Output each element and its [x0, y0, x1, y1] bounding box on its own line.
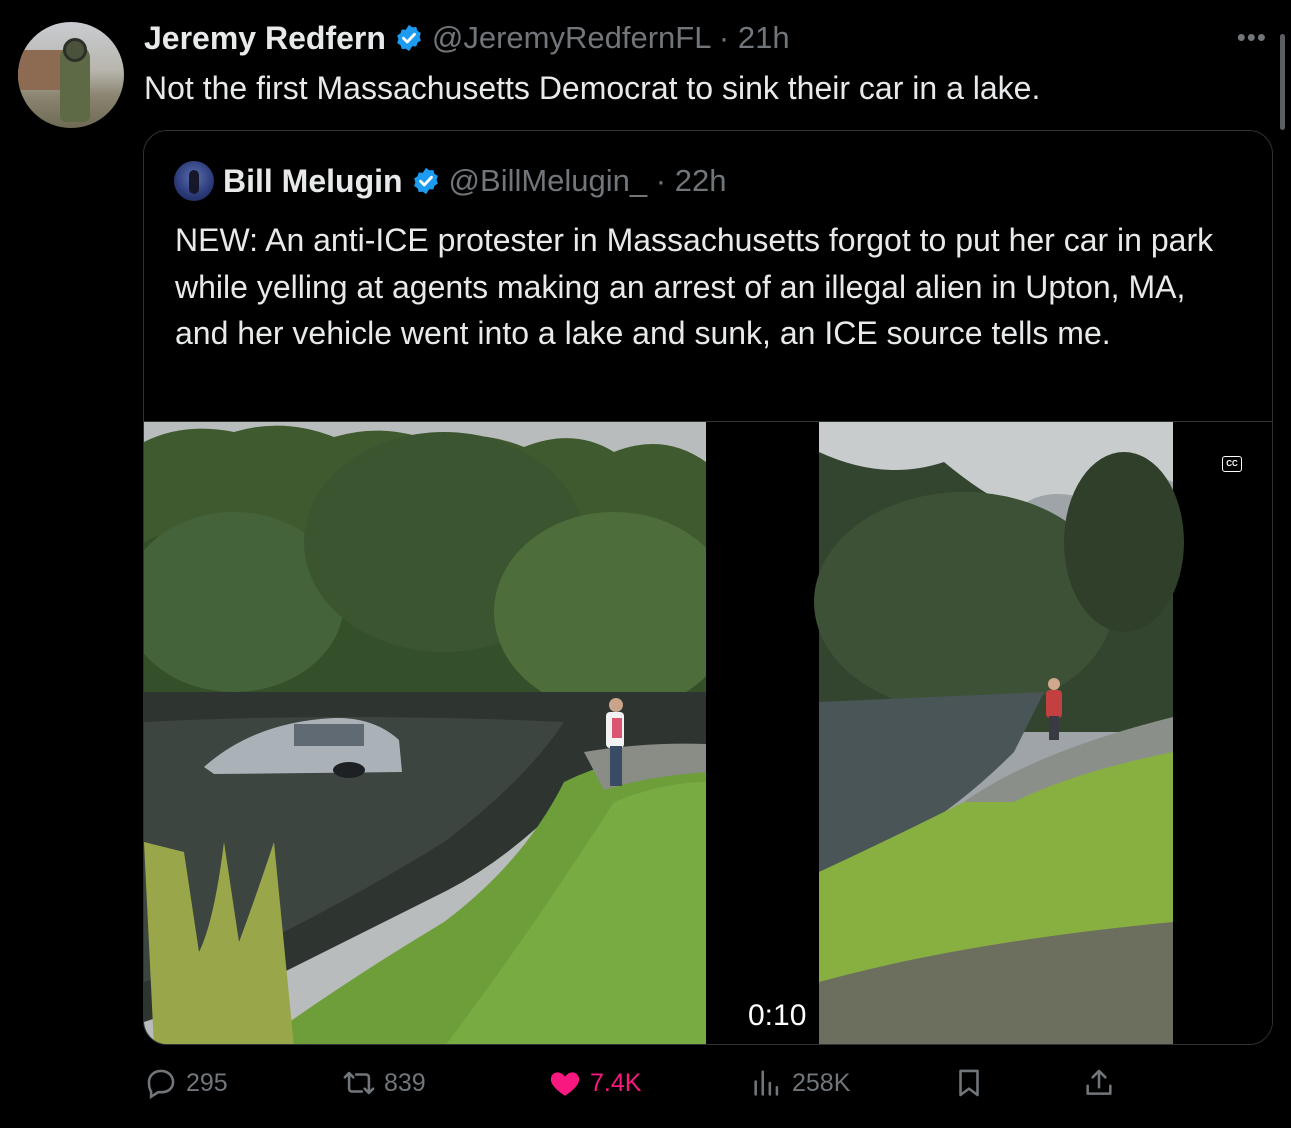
views-count: 258K [792, 1068, 851, 1097]
avatar-helmet [63, 38, 87, 62]
like-count: 7.4K [590, 1068, 642, 1097]
scrollbar[interactable] [1280, 34, 1285, 130]
post-actions: 295 839 7.4K 258K [144, 1062, 1144, 1104]
author-avatar[interactable] [18, 22, 124, 128]
more-horizontal-icon[interactable]: ••• [1237, 22, 1267, 53]
quoted-post-text: NEW: An anti-ICE protester in Massachuse… [175, 222, 1214, 351]
bookmark-button[interactable] [952, 1062, 994, 1104]
reply-count: 295 [186, 1068, 228, 1097]
closed-captions-button[interactable]: CC [1222, 456, 1242, 472]
verified-badge-icon [397, 24, 421, 52]
post-header: Jeremy Redfern @JeremyRedfernFL · 21h [144, 18, 790, 58]
post-time[interactable]: 21h [738, 20, 790, 55]
photo-car-in-lake [144, 422, 706, 1044]
quoted-author-avatar[interactable] [174, 161, 214, 201]
like-button[interactable]: 7.4K [548, 1062, 641, 1104]
views-button[interactable]: 258K [750, 1062, 850, 1104]
quoted-post-time[interactable]: 22h [675, 163, 727, 198]
verified-badge-icon [413, 167, 438, 195]
media-video[interactable]: CC 0:10 [714, 422, 1272, 1044]
post-text: Not the first Massachusetts Democrat to … [144, 70, 1041, 106]
reply-icon [147, 1069, 175, 1100]
bookmark-icon [959, 1069, 979, 1097]
video-duration: 0:10 [740, 997, 815, 1035]
author-name[interactable]: Jeremy Redfern [144, 20, 386, 57]
views-icon [754, 1070, 779, 1096]
video-frame [714, 422, 1272, 1044]
repost-count: 839 [384, 1068, 426, 1097]
author-handle[interactable]: @JeremyRedfernFL · 21h [432, 20, 790, 56]
quoted-author-handle[interactable]: @BillMelugin_ · 22h [449, 163, 727, 199]
share-button[interactable] [1082, 1062, 1124, 1104]
share-icon [1086, 1069, 1112, 1095]
quoted-post-card[interactable]: Bill Melugin @BillMelugin_ · 22h NEW: An… [143, 130, 1273, 1045]
heart-icon [550, 1072, 580, 1096]
repost-button[interactable]: 839 [342, 1062, 426, 1104]
quoted-post-media: CC 0:10 [144, 421, 1272, 1044]
repost-icon [343, 1071, 375, 1095]
quoted-post-header: Bill Melugin @BillMelugin_ · 22h [174, 161, 726, 201]
quoted-author-name[interactable]: Bill Melugin [223, 163, 403, 200]
avatar-background [18, 50, 63, 90]
reply-button[interactable]: 295 [144, 1062, 228, 1104]
media-photo[interactable] [144, 422, 706, 1044]
